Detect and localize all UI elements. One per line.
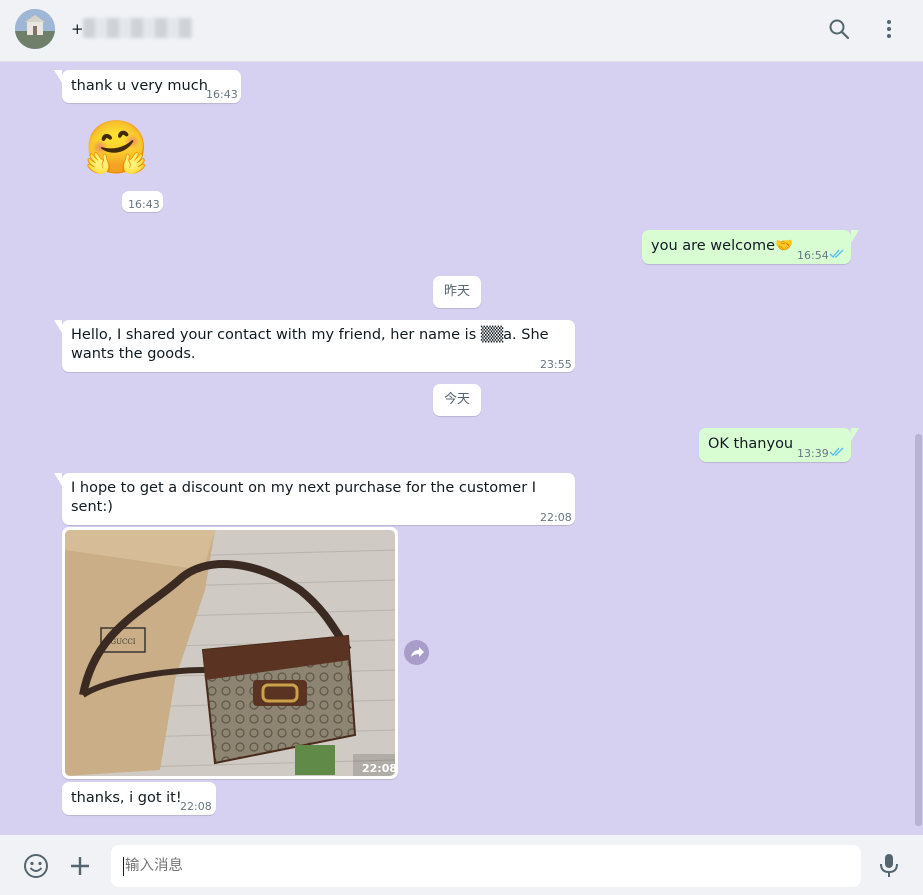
message-time: 13:39 (797, 447, 829, 460)
microphone-icon[interactable] (876, 852, 902, 878)
message-input[interactable] (111, 845, 861, 887)
bubble-tail (54, 320, 62, 333)
date-separator: 昨天 (433, 276, 481, 308)
message-incoming[interactable]: I hope to get a discount on my next purc… (54, 473, 575, 525)
message-incoming[interactable]: thank u very much 16:43 (54, 70, 241, 103)
chat-pane[interactable]: thank u very much 16:43 🤗 16:43 you are … (0, 62, 923, 835)
forward-icon (411, 647, 424, 657)
bubble-tail (54, 70, 62, 83)
message-text: OK thanyou (708, 436, 794, 452)
message-text: Hello, I shared your contact with my fri… (71, 327, 549, 362)
chat-header: + (0, 0, 923, 62)
read-receipt-icon (829, 447, 844, 456)
bubble-tail (851, 230, 859, 243)
bubble-tail (851, 428, 859, 441)
message-incoming[interactable]: thanks, i got it! 22:08 (62, 782, 216, 815)
contact-avatar[interactable] (15, 9, 55, 49)
message-text: you are welcome🤝 (651, 238, 794, 254)
brand-label: GUCCI (111, 638, 136, 646)
read-receipt-icon (829, 249, 844, 258)
compose-bar (0, 835, 923, 895)
message-incoming[interactable]: Hello, I shared your contact with my fri… (54, 320, 575, 372)
emoji-icon[interactable] (23, 853, 49, 879)
kebab-menu-icon[interactable] (877, 17, 901, 41)
message-text: thanks, i got it! (71, 790, 182, 806)
message-time: 22:08 (540, 511, 572, 524)
search-icon[interactable] (827, 17, 851, 41)
message-time: 22:08 (180, 800, 212, 813)
message-outgoing[interactable]: you are welcome🤝 16:54 (642, 230, 859, 264)
attach-plus-icon[interactable] (67, 853, 93, 879)
message-time: 16:54 (797, 249, 829, 262)
image-time: 22:08 (362, 762, 398, 775)
emoji-message[interactable]: 🤗 (84, 115, 150, 181)
message-text: thank u very much (71, 78, 208, 94)
message-time: 16:43 (128, 198, 160, 211)
date-separator: 今天 (433, 384, 481, 416)
message-outgoing[interactable]: OK thanyou 13:39 (699, 428, 859, 462)
bubble-tail (54, 473, 62, 486)
product-photo[interactable]: GUCCI (65, 530, 395, 776)
message-time: 23:55 (540, 358, 572, 371)
message-text: I hope to get a discount on my next purc… (71, 480, 537, 515)
emoji-time-chip: 16:43 (122, 191, 163, 212)
redacted-phone-number (83, 18, 193, 38)
message-time: 16:43 (206, 88, 238, 101)
forward-button[interactable] (404, 640, 429, 665)
text-caret (123, 857, 124, 876)
scrollbar-thumb[interactable] (915, 434, 922, 826)
contact-name: + (71, 20, 84, 38)
image-message[interactable]: GUCCI 22:08 (62, 527, 398, 779)
avatar-image (15, 9, 55, 49)
